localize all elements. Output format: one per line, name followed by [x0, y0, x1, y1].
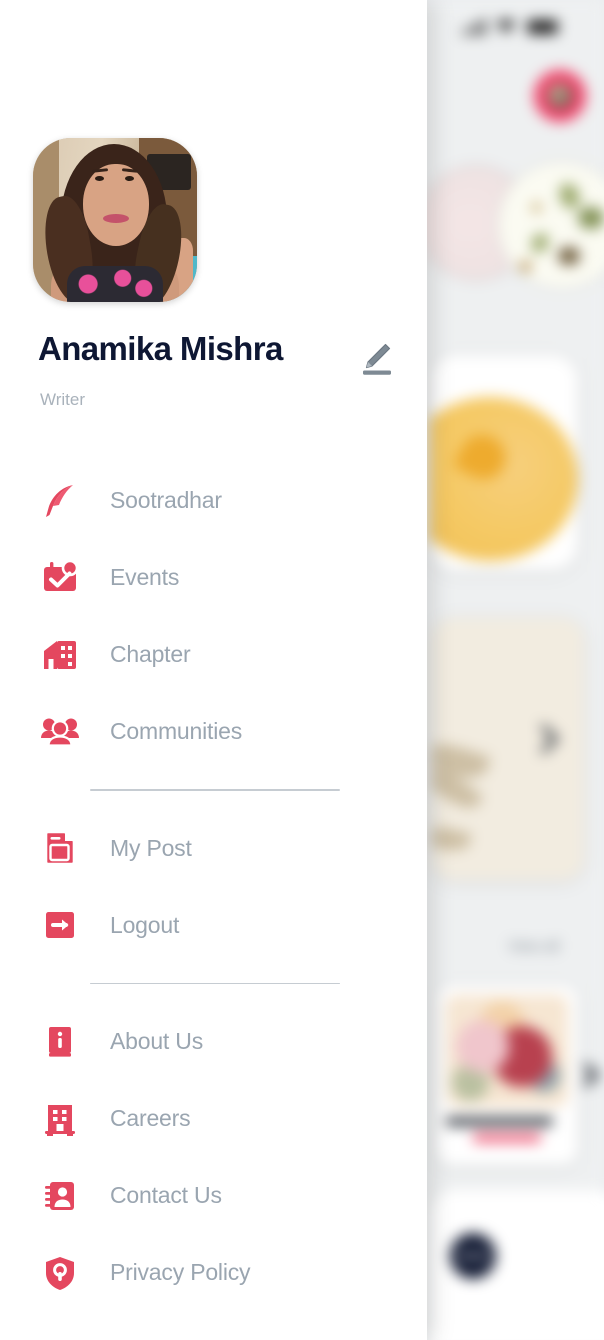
wifi-icon: [496, 19, 516, 34]
menu-item-label: Contact Us: [110, 1182, 222, 1208]
menu-item-label: Privacy Policy: [110, 1259, 251, 1285]
office-building-icon: [38, 1099, 82, 1139]
avatar[interactable]: [33, 138, 197, 302]
decorative-blob: [430, 397, 578, 561]
menu-item-chapter[interactable]: Chapter: [0, 616, 427, 693]
more-dots-icon[interactable]: [450, 1233, 496, 1279]
pencil-edit-icon[interactable]: [355, 337, 397, 379]
menu-item-events[interactable]: Events: [0, 539, 427, 616]
status-bar: [462, 18, 558, 35]
card-title-placeholder: [446, 1117, 554, 1126]
document-icon: [38, 828, 82, 868]
content-card[interactable]: [436, 985, 578, 1165]
cellular-signal-icon: [462, 18, 486, 35]
menu-item-label: Logout: [110, 911, 180, 938]
menu-item-label: Events: [110, 564, 180, 590]
card-date-placeholder: [472, 1134, 542, 1142]
menu-item-label: Communities: [110, 718, 243, 744]
menu-item-label: Careers: [110, 1105, 191, 1131]
battery-full-icon: [526, 19, 558, 34]
menu-item-my-post[interactable]: My Post: [0, 810, 427, 887]
menu-item-label: Chapter: [110, 641, 191, 667]
people-group-icon: [38, 712, 82, 752]
menu-item-label: Sootradhar: [110, 487, 222, 513]
menu-item-about-us[interactable]: About Us: [0, 1003, 427, 1080]
feather-icon: [38, 481, 82, 521]
menu-item-logout[interactable]: Logout: [0, 887, 427, 964]
page-title: Anamika Mishra: [38, 330, 283, 367]
user-avatar-photo: [33, 138, 197, 302]
menu-item-communities[interactable]: Communities: [0, 693, 427, 770]
content-card[interactable]: [430, 355, 578, 570]
menu-item-careers[interactable]: Careers: [0, 1080, 427, 1157]
logout-arrow-icon: [38, 905, 82, 945]
shield-lock-icon: [38, 1253, 82, 1293]
calendar-check-icon: [38, 558, 82, 598]
profile-role: Writer: [40, 390, 86, 409]
menu-item-label: My Post: [110, 834, 192, 861]
menu-item-sootradhar[interactable]: Sootradhar: [0, 462, 427, 539]
info-book-icon: [38, 1022, 82, 1062]
contact-card-icon: [38, 1176, 82, 1216]
menu-item-privacy-policy[interactable]: Privacy Policy: [0, 1234, 427, 1311]
profile-ring-avatar[interactable]: [534, 70, 586, 122]
menu-item-contact-us[interactable]: Contact Us: [0, 1157, 427, 1234]
menu-item-label: About Us: [110, 1028, 204, 1054]
content-card[interactable]: [432, 618, 584, 880]
app-screen: View all Anamika Mishra Writer Sootradha…: [0, 0, 604, 1340]
building-home-icon: [38, 635, 82, 675]
divider: [90, 789, 340, 791]
card-thumbnail: [446, 995, 568, 1107]
view-all-link[interactable]: View all: [508, 938, 559, 955]
drawer-menu: Sootradhar Events Chapter Communities My…: [0, 462, 427, 1311]
chevron-right-icon[interactable]: [574, 1062, 600, 1088]
navigation-drawer: Anamika Mishra Writer Sootradhar Events …: [0, 0, 427, 1340]
divider: [90, 982, 340, 984]
